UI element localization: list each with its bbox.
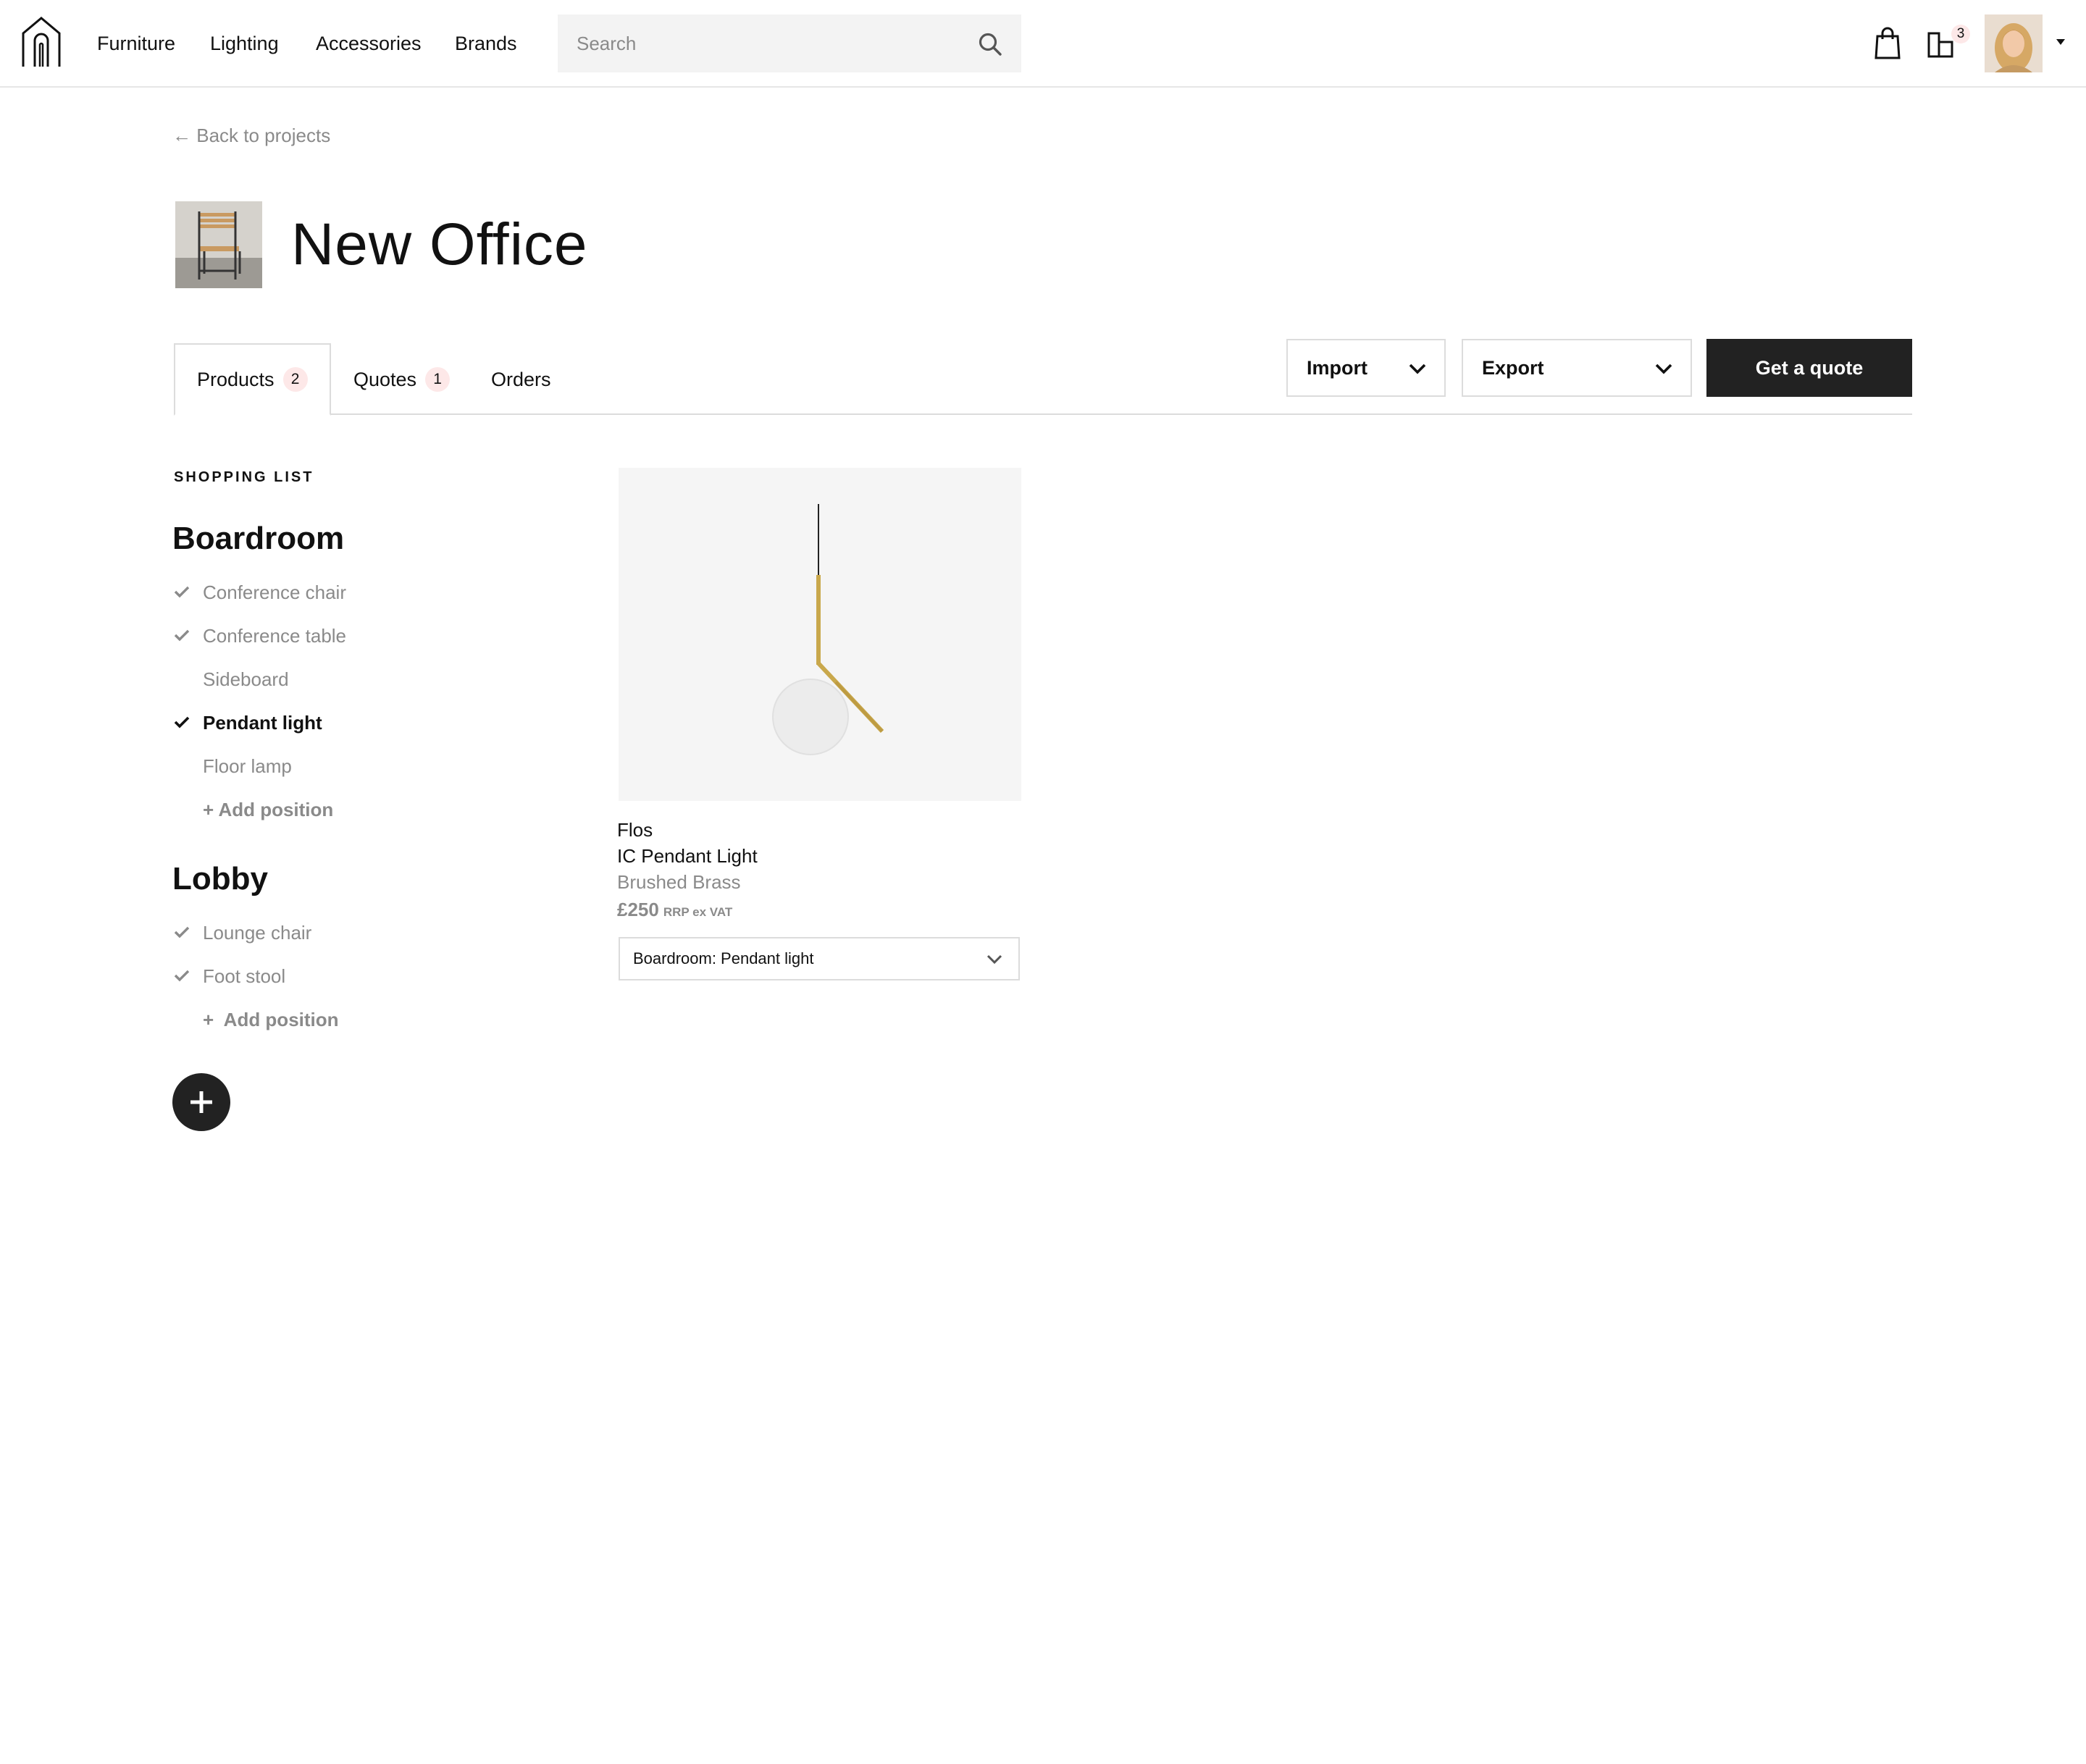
product-price: £250 (617, 899, 659, 920)
list-item-floor-lamp[interactable]: Floor lamp (174, 753, 493, 779)
add-position-boardroom[interactable]: + Add position (203, 797, 333, 823)
search-input[interactable] (577, 14, 968, 72)
export-dropdown[interactable]: Export (1462, 339, 1692, 397)
user-avatar[interactable] (1985, 14, 2043, 72)
get-a-quote-button[interactable]: Get a quote (1706, 339, 1912, 397)
shopping-list-heading: SHOPPING LIST (174, 469, 314, 485)
list-item-label: Floor lamp (203, 755, 292, 777)
tab-products[interactable]: Products 2 (174, 343, 331, 416)
group-title-lobby: Lobby (172, 861, 268, 896)
add-position-lobby[interactable]: + Add position (203, 1007, 339, 1033)
check-icon (174, 629, 190, 642)
product-finish: Brushed Brass (617, 871, 741, 893)
caret-down-icon[interactable] (2056, 38, 2066, 46)
tab-products-count: 2 (282, 367, 308, 392)
check-icon (174, 716, 190, 728)
group-title-boardroom: Boardroom (172, 521, 345, 556)
projects-count-badge: 3 (1951, 25, 1970, 43)
list-item-label: Conference table (203, 625, 347, 647)
tab-orders-label: Orders (491, 368, 551, 390)
list-item-pendant-light[interactable]: Pendant light (174, 710, 493, 736)
tab-quotes-count: 1 (425, 367, 451, 392)
search-box (558, 14, 1021, 72)
position-select[interactable]: Boardroom: Pendant light (619, 937, 1020, 980)
list-item-label: Foot stool (203, 965, 286, 987)
import-label: Import (1307, 356, 1367, 379)
nav-brands[interactable]: Brands (455, 32, 517, 55)
top-navigation-bar: Furniture Lighting Accessories Brands 3 (0, 0, 2086, 88)
back-to-projects-link[interactable]: ← Back to projects (172, 125, 330, 147)
plus-icon (190, 1091, 212, 1113)
list-item-lounge-chair[interactable]: Lounge chair (174, 920, 493, 946)
list-item-label: Pendant light (203, 712, 322, 734)
list-item-sideboard[interactable]: Sideboard (174, 666, 493, 692)
home-logo-icon[interactable] (20, 16, 62, 68)
tab-quotes-label: Quotes (353, 368, 417, 390)
product-name[interactable]: IC Pendant Light (617, 843, 758, 869)
check-icon (174, 970, 190, 982)
tab-quotes[interactable]: Quotes 1 (353, 343, 451, 416)
import-dropdown[interactable]: Import (1286, 339, 1446, 397)
chair-thumbnail (175, 201, 262, 288)
list-item-label: Conference chair (203, 581, 346, 603)
chevron-down-icon (1655, 364, 1672, 374)
list-item-conference-chair[interactable]: Conference chair (174, 579, 493, 605)
tab-orders[interactable]: Orders (491, 343, 551, 416)
nav-accessories[interactable]: Accessories (316, 32, 422, 55)
list-item-foot-stool[interactable]: Foot stool (174, 963, 493, 989)
list-item-conference-table[interactable]: Conference table (174, 623, 493, 649)
add-group-button[interactable] (172, 1073, 230, 1131)
check-icon (174, 926, 190, 938)
product-price-note: RRP ex VAT (663, 905, 733, 919)
shopping-bag-icon[interactable] (1873, 26, 1902, 59)
page-title: New Office (291, 211, 588, 277)
tab-products-label: Products (197, 368, 275, 390)
chevron-down-icon (987, 954, 1002, 965)
pendant-light-image[interactable] (619, 468, 1021, 801)
product-price-row: £250 RRP ex VAT (617, 896, 732, 926)
nav-lighting[interactable]: Lighting (210, 32, 279, 55)
check-icon (174, 586, 190, 598)
position-select-value: Boardroom: Pendant light (633, 949, 814, 967)
nav-furniture[interactable]: Furniture (97, 32, 175, 55)
product-brand: Flos (617, 819, 653, 841)
export-label: Export (1482, 356, 1544, 379)
chevron-down-icon (1409, 364, 1426, 374)
list-item-label: Lounge chair (203, 922, 312, 944)
search-icon[interactable] (978, 32, 1002, 56)
list-item-label: Sideboard (203, 668, 289, 690)
